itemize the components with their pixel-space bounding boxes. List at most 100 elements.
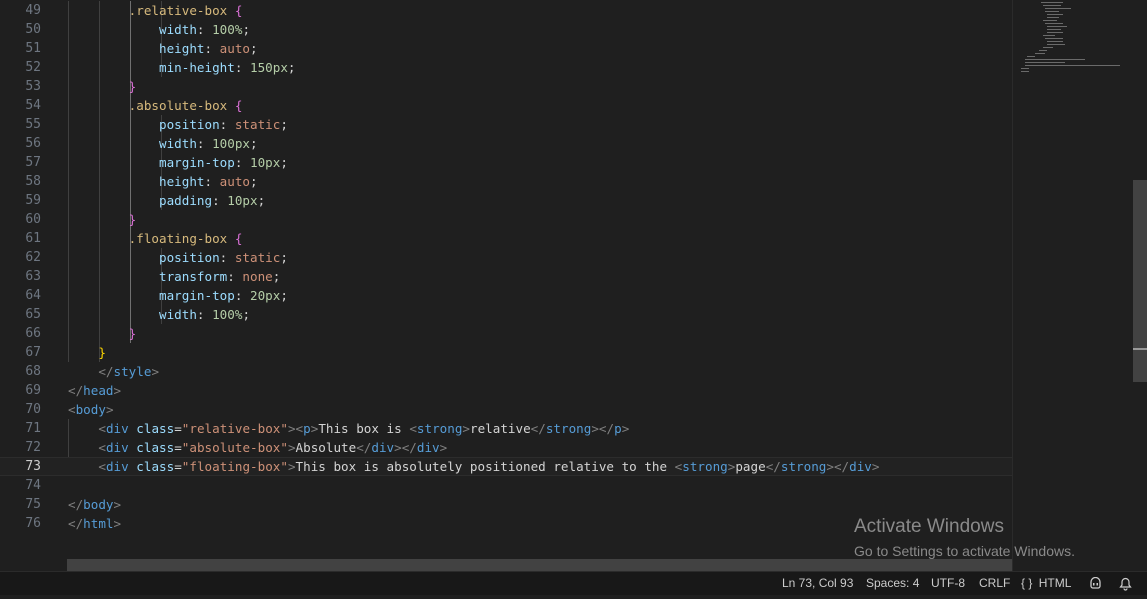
encoding-setting[interactable]: UTF-8 [931, 572, 965, 595]
code-token: .relative-box [128, 3, 228, 18]
code-token: div [105, 459, 129, 474]
code-text[interactable]: position: static; [68, 248, 288, 267]
code-text[interactable]: .floating-box { [68, 229, 243, 248]
code-text[interactable]: <div class="relative-box"><p>This box is… [68, 419, 629, 438]
code-line[interactable]: 69 </head> [0, 381, 1012, 400]
code-text[interactable]: position: static; [68, 115, 288, 134]
code-line[interactable]: 53 } [0, 77, 1012, 96]
code-line[interactable]: 71 <div class="relative-box"><p>This box… [0, 419, 1012, 438]
code-line[interactable]: 65 width: 100%; [0, 305, 1012, 324]
code-line[interactable]: 49 .relative-box { [0, 1, 1012, 20]
code-line[interactable]: 66 } [0, 324, 1012, 343]
code-line[interactable]: 57 margin-top: 10px; [0, 153, 1012, 172]
line-number: 51 [25, 41, 41, 56]
code-token: : [234, 155, 250, 170]
code-token: : [212, 193, 228, 208]
line-ending-setting[interactable]: CRLF [979, 572, 1010, 595]
code-token: > [287, 440, 296, 455]
code-line[interactable]: 58 height: auto; [0, 172, 1012, 191]
code-line[interactable]: 74 [0, 476, 1012, 495]
indentation-setting[interactable]: Spaces: 4 [866, 572, 919, 595]
line-number: 67 [25, 345, 41, 360]
code-text[interactable]: <div class="floating-box">This box is ab… [68, 457, 879, 476]
code-line[interactable]: 50 width: 100%; [0, 20, 1012, 39]
code-text[interactable]: min-height: 150px; [68, 58, 296, 77]
code-text[interactable]: width: 100px; [68, 134, 258, 153]
code-token: 20px [250, 288, 281, 303]
code-text[interactable]: .absolute-box { [68, 96, 243, 115]
line-number: 55 [25, 117, 41, 132]
code-text[interactable]: } [68, 210, 137, 229]
code-line[interactable]: 55 position: static; [0, 115, 1012, 134]
code-text[interactable]: height: auto; [68, 39, 258, 58]
code-token: = [174, 421, 182, 436]
code-text[interactable]: <body> [68, 400, 114, 419]
code-token: : [204, 41, 220, 56]
code-line[interactable]: 64 margin-top: 20px; [0, 286, 1012, 305]
code-editor[interactable]: 49 .relative-box {50 width: 100%; 51 heig… [0, 0, 1012, 559]
code-text[interactable]: } [68, 77, 137, 96]
code-text[interactable]: } [68, 324, 137, 343]
code-token: </ [68, 516, 84, 531]
code-token: transform [159, 269, 228, 284]
code-line[interactable]: 56 width: 100px; [0, 134, 1012, 153]
code-text[interactable]: padding: 10px; [68, 191, 265, 210]
code-token: "floating-box" [181, 459, 288, 474]
line-number: 75 [25, 497, 41, 512]
code-text[interactable]: <div class="absolute-box">Absolute</div>… [68, 438, 447, 457]
line-number: 69 [25, 383, 41, 398]
code-line[interactable]: 67 } [0, 343, 1012, 362]
code-token: .absolute-box [128, 98, 228, 113]
code-text[interactable]: } [68, 343, 106, 362]
code-line[interactable]: 60 } [0, 210, 1012, 229]
line-number: 61 [25, 231, 41, 246]
watermark-subtitle: Go to Settings to activate Windows. [854, 543, 1075, 559]
code-token: padding [159, 193, 213, 208]
code-token: height [159, 174, 205, 189]
code-line[interactable]: 68 </style> [0, 362, 1012, 381]
code-line[interactable]: 61 .floating-box { [0, 229, 1012, 248]
minimap-preview [1021, 2, 1120, 72]
line-number: 58 [25, 174, 41, 189]
code-token: ></ [591, 421, 615, 436]
code-text[interactable]: margin-top: 10px; [68, 153, 288, 172]
copilot-icon[interactable] [1088, 576, 1103, 599]
code-text[interactable]: height: auto; [68, 172, 258, 191]
code-token: p [303, 421, 311, 436]
code-line[interactable]: 75 </body> [0, 495, 1012, 514]
line-number: 53 [25, 79, 41, 94]
language-mode[interactable]: { } HTML [1021, 572, 1071, 595]
code-token: Absolute [295, 440, 357, 455]
code-token: html [83, 516, 114, 531]
code-line[interactable]: 73 <div class="floating-box">This box is… [0, 457, 1012, 476]
code-text[interactable]: </style> [68, 362, 159, 381]
minimap[interactable] [1012, 0, 1132, 571]
code-line[interactable]: 72 <div class="absolute-box">Absolute</d… [0, 438, 1012, 457]
code-line[interactable]: 59 padding: 10px; [0, 191, 1012, 210]
code-text[interactable]: </html> [68, 514, 121, 533]
code-line[interactable]: 51 height: auto; [0, 39, 1012, 58]
line-number: 73 [25, 459, 41, 474]
vertical-scrollbar-slider[interactable] [1133, 180, 1147, 382]
cursor-position[interactable]: Ln 73, Col 93 [782, 572, 853, 595]
code-text[interactable]: </body> [68, 495, 121, 514]
bell-icon[interactable] [1119, 576, 1132, 599]
code-text[interactable]: width: 100%; [68, 20, 250, 39]
code-text[interactable]: .relative-box { [68, 1, 243, 20]
code-line[interactable]: 62 position: static; [0, 248, 1012, 267]
code-line[interactable]: 54 .absolute-box { [0, 96, 1012, 115]
code-token: strong [416, 421, 463, 436]
code-text[interactable]: width: 100%; [68, 305, 250, 324]
code-line[interactable]: 63 transform: none; [0, 267, 1012, 286]
code-text[interactable]: </head> [68, 381, 121, 400]
code-line[interactable]: 52 min-height: 150px; [0, 58, 1012, 77]
code-line[interactable]: 70 <body> [0, 400, 1012, 419]
code-text[interactable]: margin-top: 20px; [68, 286, 288, 305]
code-token: : [234, 60, 250, 75]
code-token: body [75, 402, 106, 417]
line-number: 59 [25, 193, 41, 208]
code-text[interactable]: transform: none; [68, 267, 280, 286]
